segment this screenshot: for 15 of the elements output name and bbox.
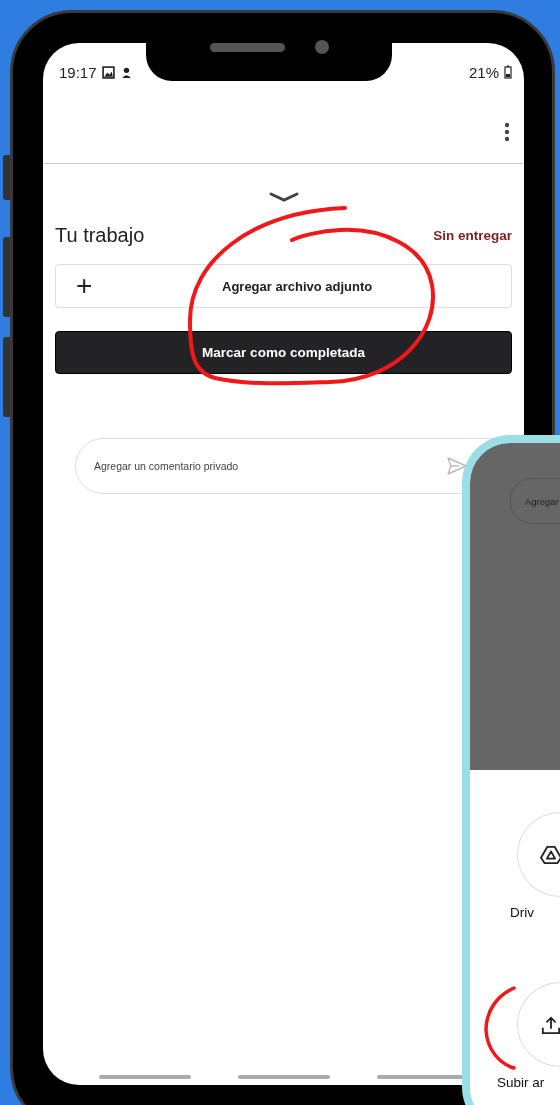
battery-percent: 21% — [468, 63, 499, 81]
camera-dot — [314, 40, 329, 54]
image-icon — [101, 65, 115, 79]
status-label: Sin entregar — [433, 228, 512, 243]
add-attachment-button[interactable]: + Agregar archivo adjunto — [55, 264, 512, 308]
upload-icon — [540, 1014, 560, 1035]
chevron-down-icon[interactable] — [268, 192, 299, 202]
option-label: Subir ar — [497, 1075, 545, 1090]
status-time: 19:17 — [59, 63, 97, 81]
mark-complete-button[interactable]: Marcar como completada — [55, 331, 512, 374]
more-options-icon[interactable] — [504, 122, 510, 142]
section-title: Tu trabajo — [55, 224, 145, 247]
option-label: Driv — [510, 905, 534, 920]
triangle-icon — [540, 844, 560, 865]
battery-icon — [504, 65, 512, 79]
